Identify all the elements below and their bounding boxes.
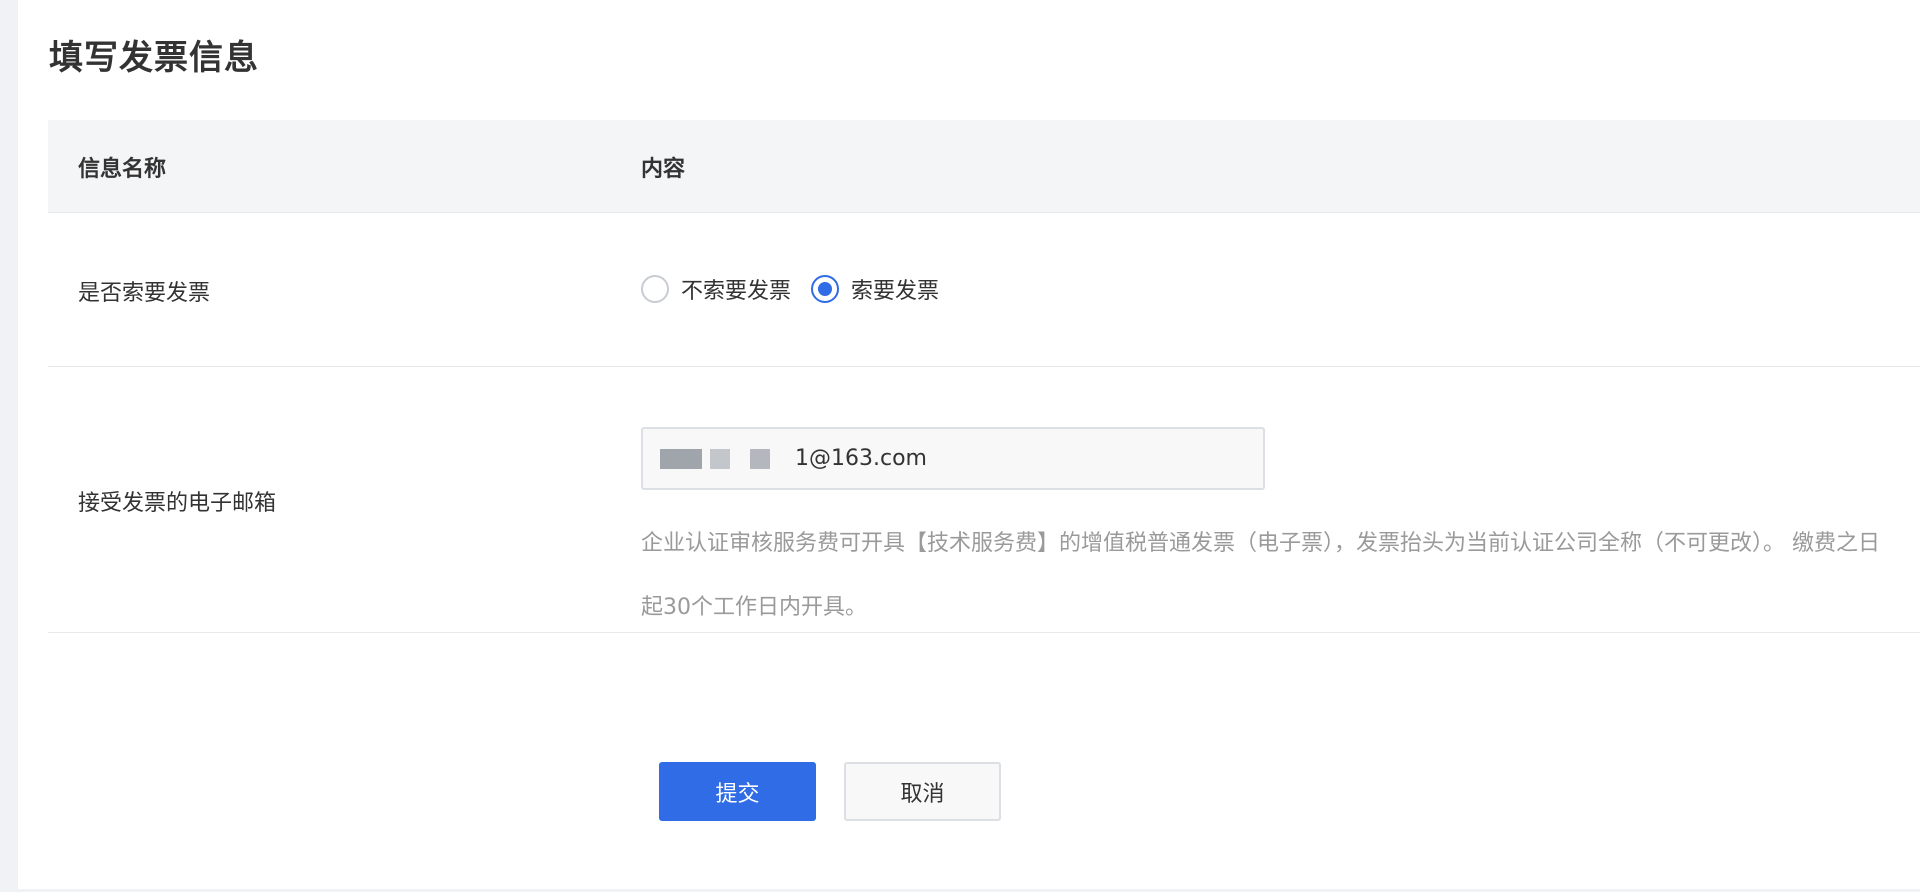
- table-row-invoice-request: 是否索要发票 不索要发票 索要发票: [48, 213, 1920, 367]
- main-panel: 填写发票信息 信息名称 内容 是否索要发票 不索要发票 索要发票 接受发票的电子…: [18, 0, 1920, 889]
- table-header: 信息名称 内容: [48, 120, 1920, 213]
- redaction-mask: [750, 449, 770, 469]
- radio-label-no-invoice: 不索要发票: [681, 279, 792, 304]
- submit-button[interactable]: 提交: [659, 762, 816, 821]
- table-row-email: 接受发票的电子邮箱 企业认证审核服务费可开具【技术服务费】的增值税普通发票（电子…: [48, 367, 1920, 633]
- header-content: 内容: [641, 157, 686, 182]
- email-input[interactable]: [641, 427, 1265, 490]
- row-label-email: 接受发票的电子邮箱: [78, 491, 277, 516]
- invoice-request-radio-group: 不索要发票 索要发票: [641, 273, 959, 305]
- redaction-mask: [710, 449, 730, 469]
- radio-request-invoice[interactable]: 索要发票: [811, 273, 939, 305]
- radio-unchecked-icon[interactable]: [641, 275, 669, 303]
- cancel-button[interactable]: 取消: [844, 762, 1001, 821]
- redaction-mask: [660, 449, 702, 469]
- invoice-form-table: 信息名称 内容 是否索要发票 不索要发票 索要发票 接受发票的电子邮箱 1@16…: [48, 120, 1920, 633]
- page-title: 填写发票信息: [49, 38, 259, 78]
- header-info-name: 信息名称: [78, 157, 167, 182]
- radio-no-invoice[interactable]: 不索要发票: [641, 273, 791, 305]
- invoice-help-text: 企业认证审核服务费可开具【技术服务费】的增值税普通发票（电子票），发票抬头为当前…: [641, 531, 1880, 620]
- row-label-invoice-request: 是否索要发票: [78, 281, 211, 306]
- radio-label-request-invoice: 索要发票: [851, 279, 940, 304]
- radio-checked-icon[interactable]: [811, 275, 840, 303]
